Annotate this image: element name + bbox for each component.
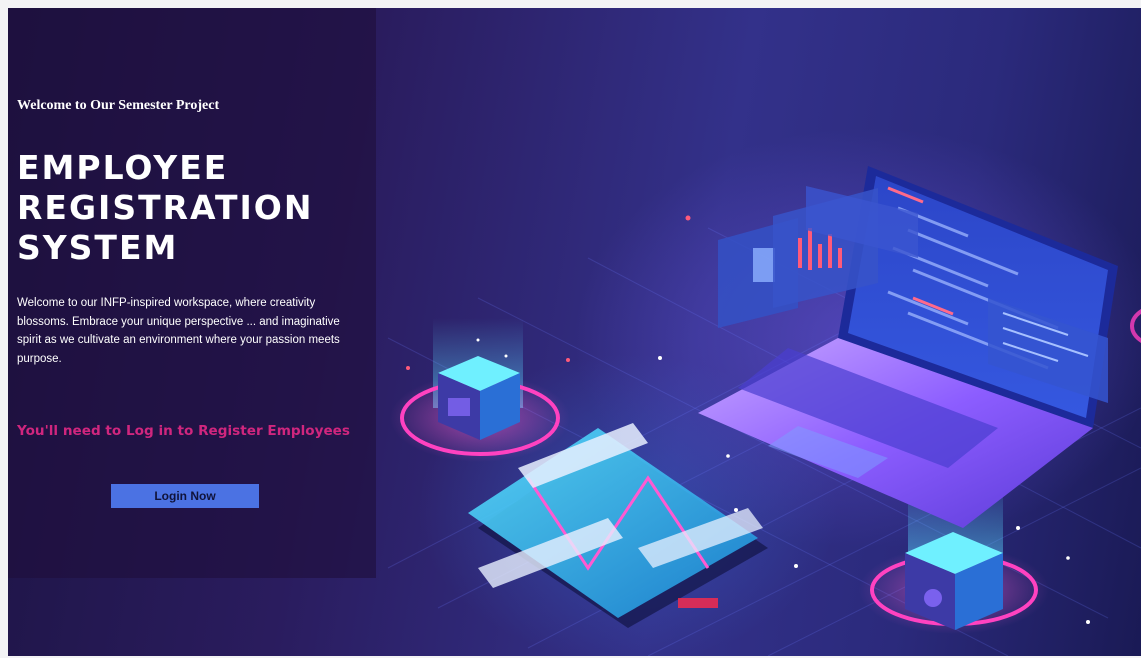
title-line: SYSTEM — [17, 228, 179, 267]
title-line: EMPLOYEE — [17, 148, 229, 187]
login-now-button[interactable]: Login Now — [111, 484, 259, 508]
left-overlay-panel: Welcome to Our Semester Project EMPLOYEE… — [8, 8, 376, 578]
welcome-heading: Welcome to Our Semester Project — [17, 98, 220, 113]
server-cube-left-icon — [390, 318, 570, 462]
title-line: REGISTRATION — [17, 188, 314, 227]
intro-description: Welcome to our INFP-inspired workspace, … — [17, 297, 340, 365]
page-title: EMPLOYEE REGISTRATION SYSTEM — [17, 148, 313, 268]
login-notice: You'll need to Log in to Register Employ… — [17, 423, 350, 439]
app-window: Welcome to Our Semester Project EMPLOYEE… — [8, 8, 1141, 656]
